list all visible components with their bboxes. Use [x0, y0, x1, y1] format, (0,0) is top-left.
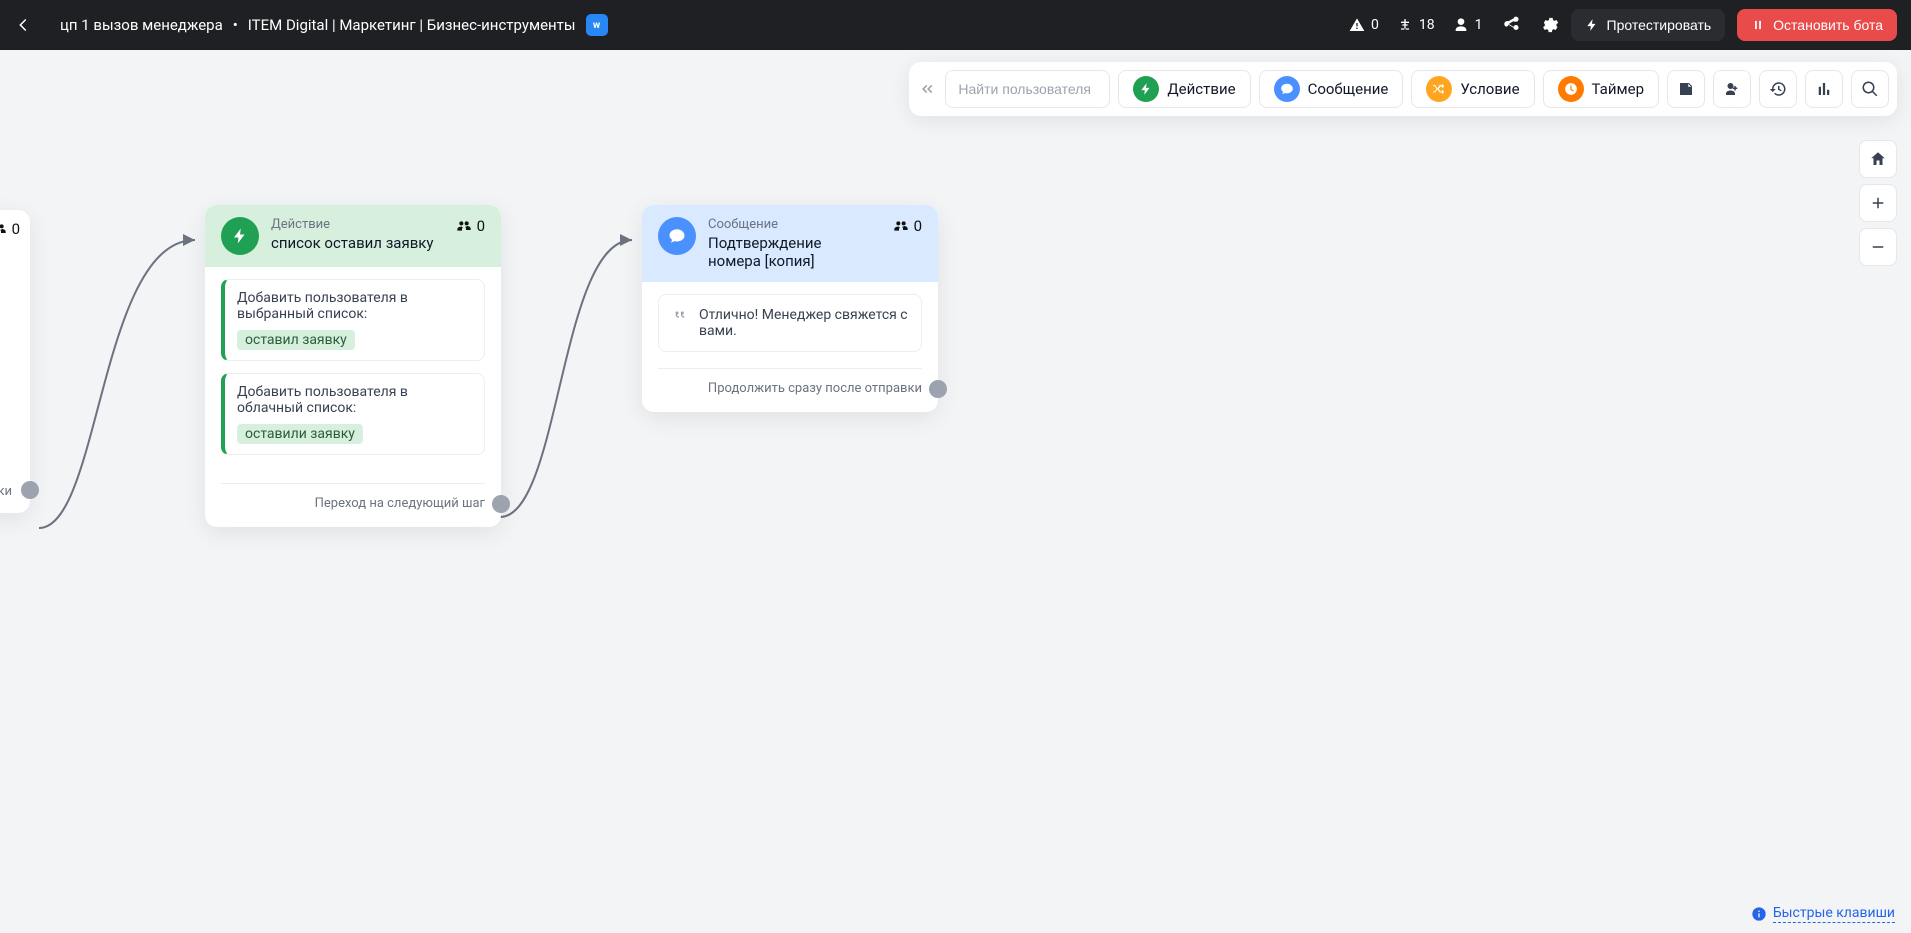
port-out[interactable] [492, 495, 510, 513]
title-separator: • [233, 16, 238, 34]
task-item[interactable]: Добавить пользователя в облачный список:… [221, 373, 485, 455]
add-condition-chip[interactable]: Условие [1411, 70, 1534, 108]
gear-icon[interactable] [1539, 15, 1559, 35]
node-type-label: Действие [271, 217, 438, 232]
port-out[interactable] [929, 380, 947, 398]
message-content[interactable]: Отлично! Менеджер свяжется с вами. [658, 294, 922, 352]
task-tag: оставили заявку [237, 424, 363, 444]
stop-bot-button[interactable]: Остановить бота [1737, 9, 1897, 41]
sitemap-icon [1397, 17, 1413, 33]
quote-icon [671, 307, 687, 323]
history-button[interactable] [1759, 70, 1797, 108]
user-icon [1453, 17, 1469, 33]
message-node[interactable]: Сообщение Подтверждение номера [копия] 0… [642, 205, 938, 412]
test-button[interactable]: Протестировать [1571, 9, 1726, 41]
home-icon [1869, 150, 1887, 168]
action-node[interactable]: Действие список оставил заявку 0 Добавит… [205, 205, 501, 527]
pause-icon [1751, 18, 1765, 32]
task-text: Добавить пользователя в облачный список: [237, 384, 472, 416]
zoom-out-button[interactable] [1859, 228, 1897, 266]
task-tag: оставил заявку [237, 330, 355, 350]
share-icon[interactable] [1501, 15, 1521, 35]
partial-node[interactable]: 0 ки [0, 210, 30, 513]
chip-action-label: Действие [1167, 80, 1235, 98]
stat-users-value: 1 [1475, 17, 1483, 33]
user-plus-icon [1723, 80, 1741, 98]
bolt-icon [1585, 18, 1599, 32]
node-toolbar: Действие Сообщение Условие Таймер [909, 62, 1897, 116]
home-view-button[interactable] [1859, 140, 1897, 178]
add-message-chip[interactable]: Сообщение [1259, 70, 1404, 108]
node-type-label: Сообщение [708, 217, 875, 232]
stat-flows-value: 18 [1419, 17, 1435, 33]
hotkeys-label: Быстрые клавиши [1773, 905, 1895, 923]
message-text: Отлично! Менеджер свяжется с вами. [699, 307, 908, 339]
user-search-input[interactable] [945, 70, 1110, 108]
flow-title: цп 1 вызов менеджера [60, 16, 223, 34]
test-button-label: Протестировать [1607, 17, 1712, 33]
shuffle-icon [1426, 76, 1452, 102]
bolt-icon [221, 217, 259, 255]
task-text: Добавить пользователя в выбранный список… [237, 290, 472, 322]
task-item[interactable]: Добавить пользователя в выбранный список… [221, 279, 485, 361]
node-user-count: 0 [893, 217, 922, 235]
node-title: Подтверждение номера [копия] [708, 234, 875, 270]
stat-flows[interactable]: 18 [1397, 17, 1435, 33]
flow-canvas[interactable]: 0 ки Действие список оставил заявку 0 До… [0, 50, 1911, 933]
add-user-button[interactable] [1713, 70, 1751, 108]
collapse-icon[interactable] [917, 79, 937, 99]
node-user-count: 0 [456, 217, 485, 235]
stats-button[interactable] [1805, 70, 1843, 108]
stat-warnings-value: 0 [1371, 17, 1379, 33]
note-button[interactable] [1667, 70, 1705, 108]
chip-message-label: Сообщение [1308, 80, 1389, 98]
chip-condition-label: Условие [1460, 80, 1519, 98]
history-icon [1769, 80, 1787, 98]
stat-users[interactable]: 1 [1453, 17, 1483, 33]
chip-timer-label: Таймер [1592, 80, 1644, 98]
search-icon [1861, 80, 1879, 98]
node-title: список оставил заявку [271, 234, 438, 252]
minus-icon [1869, 238, 1887, 256]
bolt-icon [1133, 76, 1159, 102]
node-footer-label: Продолжить сразу после отправки [708, 381, 922, 396]
partial-node-footer: ки [0, 484, 12, 499]
add-timer-chip[interactable]: Таймер [1543, 70, 1659, 108]
users-icon [893, 218, 909, 234]
search-button[interactable] [1851, 70, 1889, 108]
hotkeys-link[interactable]: Быстрые клавиши [1751, 905, 1895, 923]
port-out[interactable] [21, 481, 39, 499]
app-header: цп 1 вызов менеджера • ITEM Digital | Ма… [0, 0, 1911, 50]
clock-icon [1558, 76, 1584, 102]
node-footer-label: Переход на следующий шаг [315, 496, 485, 511]
zoom-controls [1859, 140, 1897, 266]
users-icon [456, 218, 472, 234]
chat-icon [1274, 76, 1300, 102]
stop-bot-label: Остановить бота [1773, 17, 1883, 33]
info-icon [1751, 906, 1767, 922]
stat-warnings[interactable]: 0 [1349, 17, 1379, 33]
chart-icon [1815, 80, 1833, 98]
org-title: ITEM Digital | Маркетинг | Бизнес-инстру… [248, 16, 576, 34]
chat-icon [658, 217, 696, 255]
back-icon[interactable] [14, 16, 32, 34]
add-action-chip[interactable]: Действие [1118, 70, 1250, 108]
plus-icon [1869, 194, 1887, 212]
zoom-in-button[interactable] [1859, 184, 1897, 222]
message-node-header: Сообщение Подтверждение номера [копия] 0 [642, 205, 938, 282]
vk-badge-icon: w [586, 14, 608, 36]
note-icon [1677, 80, 1695, 98]
action-node-header: Действие список оставил заявку 0 [205, 205, 501, 267]
partial-node-count: 0 [0, 220, 20, 238]
warning-icon [1349, 17, 1365, 33]
